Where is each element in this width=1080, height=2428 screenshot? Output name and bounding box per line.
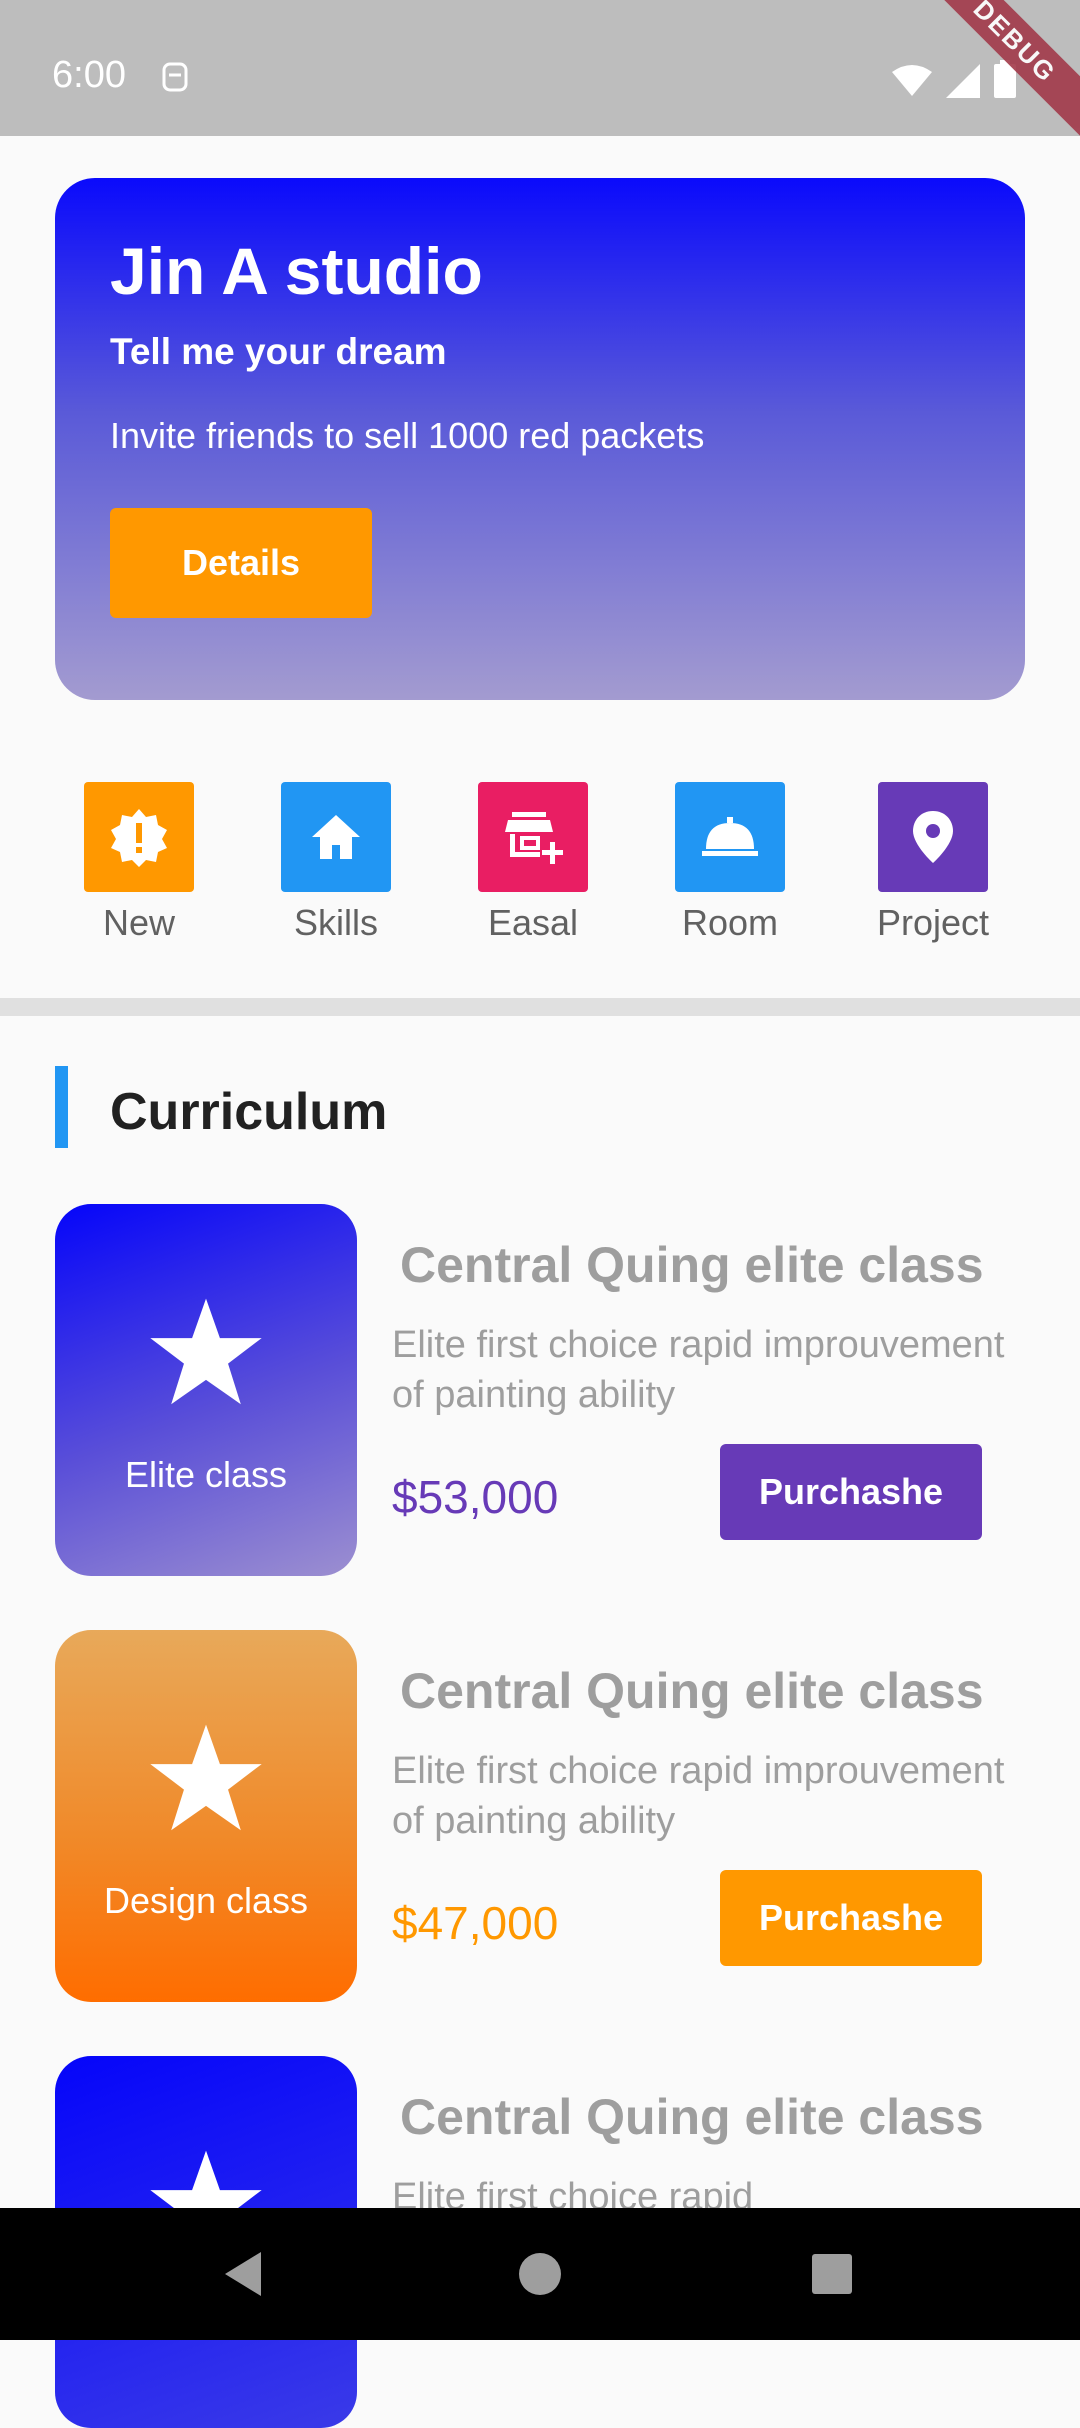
category-label: Project <box>876 902 990 943</box>
category-project[interactable]: Project <box>853 782 1013 944</box>
thumbnail-label: Design class <box>103 1880 309 1921</box>
category-label: Skills <box>293 902 378 943</box>
back-icon[interactable] <box>215 2244 275 2304</box>
category-label: Room <box>681 902 779 943</box>
purchase-button[interactable]: Purchashe <box>720 1870 982 1966</box>
category-label: New <box>102 902 176 943</box>
new-releases-icon <box>84 782 194 892</box>
hero-banner: Jin A studio Tell me your dream Invite f… <box>55 178 1025 700</box>
section-title: Curriculum <box>110 1083 388 1141</box>
details-button[interactable]: Details <box>110 508 372 618</box>
room-service-icon <box>675 782 785 892</box>
course-description: Elite first choice rapid improuvement of… <box>392 1750 1005 1842</box>
thumbnail-label: Elite class <box>124 1454 288 1495</box>
category-room[interactable]: Room <box>650 782 810 944</box>
course-card: Design class Central Quing elite class E… <box>0 1630 1080 2002</box>
category-row: New Skills Easal Room Project <box>0 782 1080 952</box>
purchase-button[interactable]: Purchashe <box>720 1444 982 1540</box>
course-title: Central Quing elite class <box>400 1237 984 1293</box>
course-price: $53,000 <box>392 1471 559 1523</box>
category-skills[interactable]: Skills <box>256 782 416 944</box>
home-icon <box>281 782 391 892</box>
course-thumbnail[interactable]: Elite class <box>55 1204 357 1576</box>
star-icon <box>150 1724 262 1831</box>
course-description: Elite first choice rapid improuvement of… <box>392 1324 1005 1416</box>
status-icons <box>892 60 1016 98</box>
hero-description: Invite friends to sell 1000 red packets <box>110 415 705 456</box>
hero-title: Jin A studio <box>110 234 483 308</box>
wifi-icon <box>892 65 932 96</box>
add-business-icon <box>478 782 588 892</box>
section-accent-bar <box>55 1066 68 1148</box>
course-card: Elite class Central Quing elite class El… <box>0 1204 1080 1576</box>
category-easal[interactable]: Easal <box>453 782 613 944</box>
category-new[interactable]: New <box>59 782 219 944</box>
home-circle-icon[interactable] <box>510 2244 570 2304</box>
system-navigation-bar <box>0 2208 1080 2340</box>
course-thumbnail[interactable]: Design class <box>55 1630 357 2002</box>
status-time: 6:00 <box>52 54 126 96</box>
hero-subtitle: Tell me your dream <box>110 331 447 372</box>
star-icon <box>150 1298 262 1405</box>
location-pin-icon <box>878 782 988 892</box>
course-title: Central Quing elite class <box>400 2089 984 2145</box>
status-bar: 6:00 DEBUG <box>0 0 1080 145</box>
section-divider <box>0 998 1080 1016</box>
course-title: Central Quing elite class <box>400 1663 984 1719</box>
signal-icon <box>946 64 980 98</box>
recents-icon[interactable] <box>802 2244 862 2304</box>
category-label: Easal <box>487 902 579 943</box>
course-price: $47,000 <box>392 1897 559 1949</box>
sim-card-icon <box>162 62 188 92</box>
